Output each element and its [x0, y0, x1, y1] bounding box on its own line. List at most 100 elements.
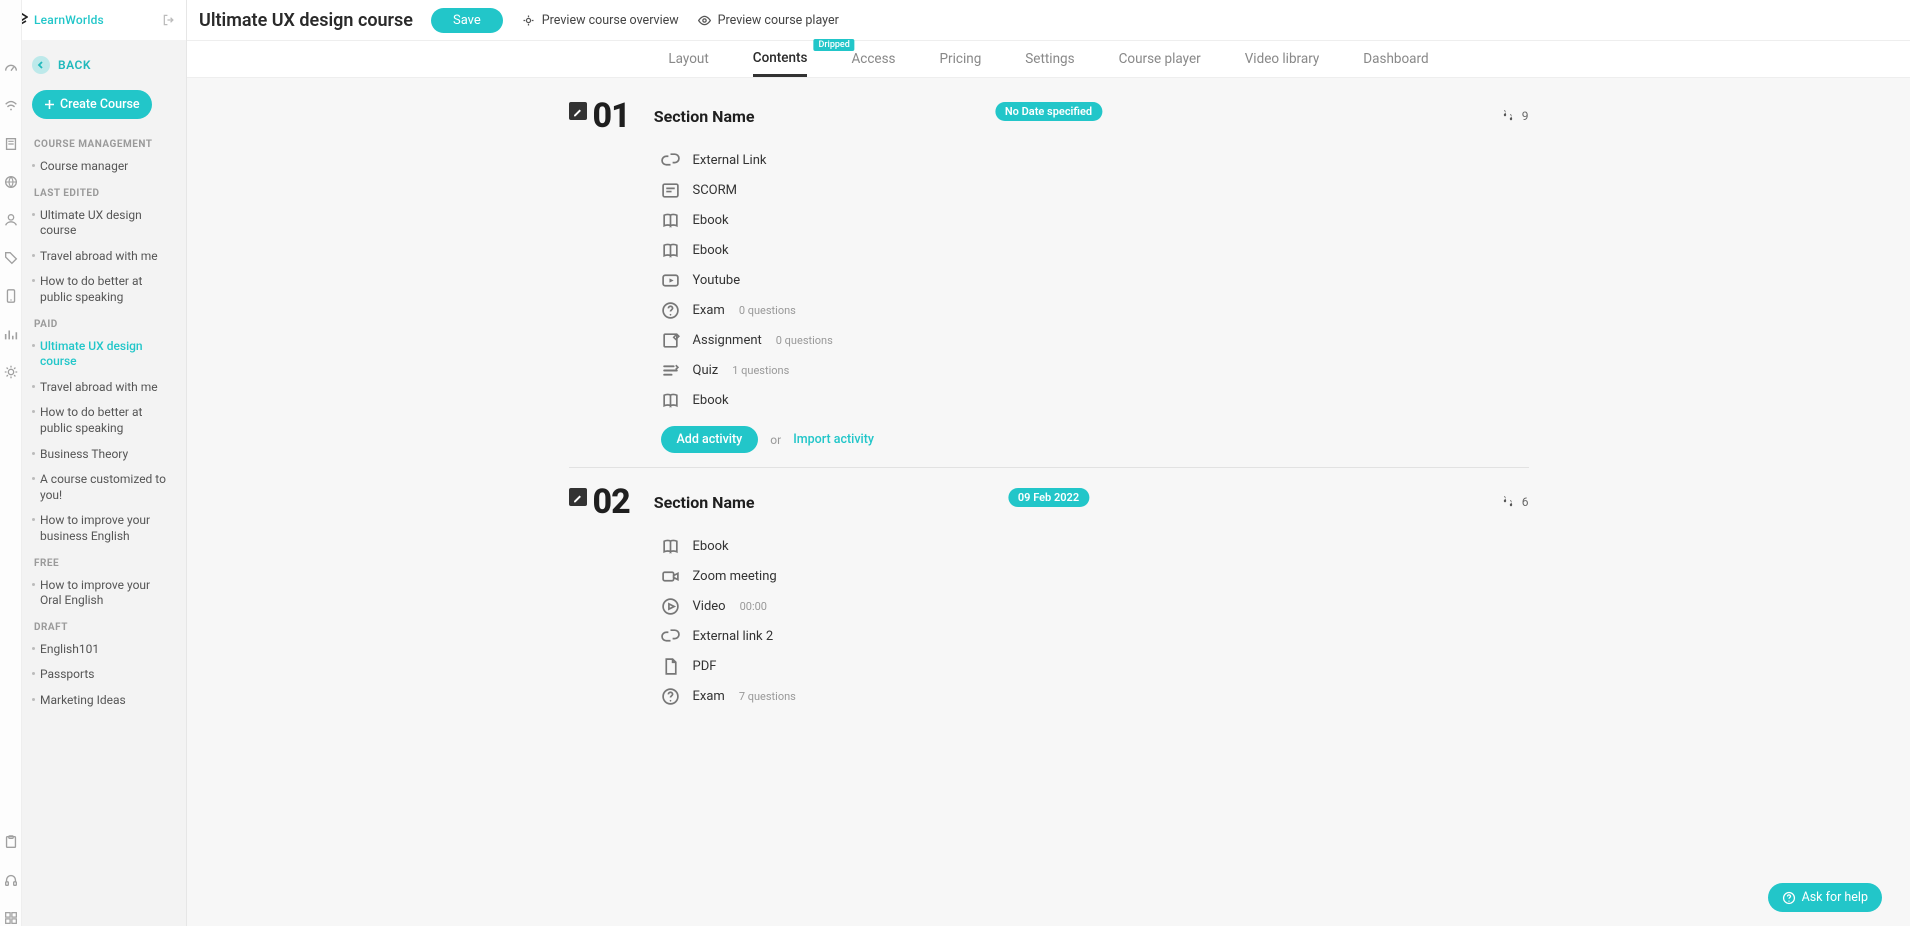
sidebar-item-paid[interactable]: A course customized to you!	[22, 467, 186, 508]
sidebar-item-paid[interactable]: Ultimate UX design course	[22, 334, 186, 375]
section-number: 02	[593, 482, 630, 522]
activity-item[interactable]: External link 2	[661, 626, 1529, 646]
help-icon	[1782, 891, 1796, 905]
tab-layout[interactable]: Layout	[668, 41, 708, 77]
tab-pricing[interactable]: Pricing	[940, 41, 982, 77]
tab-video-library[interactable]: Video library	[1245, 41, 1320, 77]
tab-settings[interactable]: Settings	[1025, 41, 1074, 77]
tabbar: Layout ContentsDripped Access Pricing Settin…	[187, 40, 1910, 78]
create-course-button[interactable]: Create Course	[32, 90, 152, 119]
activity-item[interactable]: External Link	[661, 150, 1529, 170]
rail-wifi-icon[interactable]	[3, 98, 19, 114]
tab-course-player[interactable]: Course player	[1119, 41, 1201, 77]
rail-chart-icon[interactable]	[3, 326, 19, 342]
activity-item[interactable]: Youtube	[661, 270, 1529, 290]
activity-list: Ebook Zoom meeting Video 00:00 External link…	[661, 536, 1529, 706]
sidebar-item-draft[interactable]: English101	[22, 637, 186, 663]
preview-overview-label: Preview course overview	[542, 13, 679, 28]
rail-speed-icon[interactable]	[3, 60, 19, 76]
edit-section-button[interactable]	[569, 102, 587, 120]
sidebar-item-paid[interactable]: Travel abroad with me	[22, 375, 186, 401]
rail-grid-icon[interactable]	[3, 910, 19, 926]
activity-item[interactable]: Zoom meeting	[661, 566, 1529, 586]
activity-name: Exam	[693, 689, 725, 704]
rail-user-icon[interactable]	[3, 212, 19, 228]
activity-item[interactable]: SCORM	[661, 180, 1529, 200]
sidebar-item-paid[interactable]: Business Theory	[22, 442, 186, 468]
rail-globe-icon[interactable]	[3, 174, 19, 190]
link-icon	[661, 626, 681, 646]
sidebar-item-draft[interactable]: Marketing Ideas	[22, 688, 186, 714]
edit-section-button[interactable]	[569, 488, 587, 506]
ebook-icon	[661, 210, 681, 230]
activity-item[interactable]: Ebook	[661, 210, 1529, 230]
tab-access[interactable]: Access	[851, 41, 895, 77]
back-button[interactable]: BACK	[22, 48, 186, 82]
activity-name: SCORM	[693, 183, 737, 198]
ask-for-help-button[interactable]: Ask for help	[1768, 883, 1882, 912]
tab-dashboard[interactable]: Dashboard	[1363, 41, 1428, 77]
sidebar-heading-paid: PAID	[22, 311, 186, 334]
topbar: Ultimate UX design course Save Preview c…	[187, 0, 1910, 40]
activity-item[interactable]: Assignment 0 questions	[661, 330, 1529, 350]
section-date-badge: 09 Feb 2022	[1008, 488, 1089, 507]
exit-icon[interactable]	[162, 13, 176, 27]
activity-item[interactable]: Exam7 questions	[661, 686, 1529, 706]
sidebar-item-last-edited[interactable]: Travel abroad with me	[22, 244, 186, 270]
activity-meta: 0 questions	[739, 304, 796, 317]
sidebar-item-paid[interactable]: How to do better at public speaking	[22, 400, 186, 441]
sidebar-item-last-edited[interactable]: Ultimate UX design course	[22, 203, 186, 244]
activity-item[interactable]: Exam0 questions	[661, 300, 1529, 320]
brand-name: LearnWorlds	[34, 13, 104, 27]
rail-headset-icon[interactable]	[3, 872, 19, 888]
youtube-icon	[661, 270, 681, 290]
activity-name: Video	[693, 599, 726, 614]
activity-item[interactable]: Video 00:00	[661, 596, 1529, 616]
rail-page-icon[interactable]	[3, 136, 19, 152]
activity-item[interactable]: Ebook	[661, 240, 1529, 260]
section: 09 Feb 202202Section Name6EbookZoom meet…	[569, 482, 1529, 720]
sidebar-item-last-edited[interactable]: How to do better at public speaking	[22, 269, 186, 310]
activity-meta: 00:00	[740, 600, 767, 613]
sidebar-item-draft[interactable]: Passports	[22, 662, 186, 688]
back-arrow-icon	[32, 56, 50, 74]
section-title[interactable]: Section Name	[654, 493, 755, 512]
import-activity-link[interactable]: Import activity	[793, 432, 874, 447]
activity-name: Zoom meeting	[693, 569, 777, 584]
preview-overview-link[interactable]: Preview course overview	[521, 13, 679, 28]
activity-name: Ebook	[693, 539, 729, 554]
save-button[interactable]: Save	[431, 8, 503, 33]
activity-name: External link 2	[693, 629, 774, 644]
rail-clipboard-icon[interactable]	[3, 834, 19, 850]
activity-item[interactable]: PDF	[661, 656, 1529, 676]
section: No Date specified01Section Name9External…	[569, 96, 1529, 468]
sidebar-item-free[interactable]: How to improve your Oral English	[22, 573, 186, 614]
page-title: Ultimate UX design course	[199, 10, 413, 31]
activity-name: Assignment	[693, 333, 762, 348]
rail-mobile-icon[interactable]	[3, 288, 19, 304]
sidebar-heading-last-edited: LAST EDITED	[22, 180, 186, 203]
link-icon	[661, 150, 681, 170]
rail-gear-icon[interactable]	[3, 364, 19, 380]
question-icon	[661, 300, 681, 320]
activity-meta: 0 questions	[776, 334, 833, 347]
preview-player-link[interactable]: Preview course player	[697, 13, 839, 28]
activity-item[interactable]: Ebook	[661, 390, 1529, 410]
sidebar: LearnWorlds BACK Create Course COURSE MA…	[22, 0, 187, 926]
content: No Date specified01Section Name9External…	[187, 78, 1910, 926]
activity-name: Youtube	[693, 273, 741, 288]
tab-contents[interactable]: ContentsDripped	[753, 41, 808, 77]
eye-icon	[697, 13, 712, 28]
sidebar-item-paid[interactable]: How to improve your business English	[22, 508, 186, 549]
rail-tag-icon[interactable]	[3, 250, 19, 266]
activity-list: External Link SCORM Ebook Ebook Youtube Exam0…	[661, 150, 1529, 410]
quiz-icon	[661, 360, 681, 380]
preview-player-label: Preview course player	[718, 13, 839, 28]
sidebar-item-course-management[interactable]: Course manager	[22, 154, 186, 180]
section-title[interactable]: Section Name	[654, 107, 755, 126]
activity-item[interactable]: Quiz1 questions	[661, 360, 1529, 380]
tab-badge: Dripped	[813, 39, 854, 51]
activity-item[interactable]: Ebook	[661, 536, 1529, 556]
help-label: Ask for help	[1802, 890, 1868, 905]
add-activity-button[interactable]: Add activity	[661, 426, 759, 453]
